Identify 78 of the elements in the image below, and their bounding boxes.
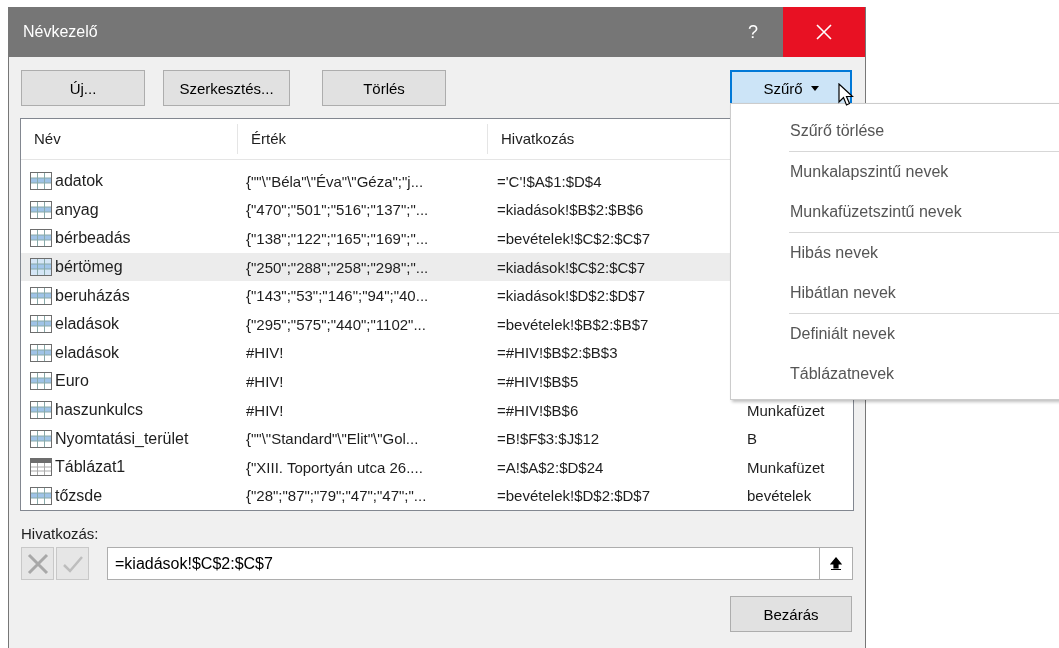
name-cell: haszunkulcs bbox=[55, 401, 144, 420]
range-grid-icon bbox=[30, 343, 52, 362]
scope-cell-text: B bbox=[746, 430, 758, 448]
reference-cell-text: =#HIV!$B$2:$B$3 bbox=[496, 344, 619, 362]
check-icon bbox=[61, 554, 84, 573]
window-title: Névkezelő bbox=[23, 23, 99, 41]
confirm-button[interactable] bbox=[56, 547, 89, 580]
value-cell-text: {"XIII. Toportyán utca 26.... bbox=[245, 458, 424, 476]
name-cell: Euro bbox=[55, 372, 89, 391]
name-cell: beruházás bbox=[55, 286, 130, 305]
name-cell: adatok bbox=[55, 172, 104, 191]
value-cell-text: {"138";"122";"165";"169";"... bbox=[245, 230, 430, 247]
name-cell: eladások bbox=[55, 343, 120, 362]
help-button[interactable]: ? bbox=[723, 7, 783, 57]
reference-cell-text: =kiadások!$B$2:$B$6 bbox=[496, 201, 645, 219]
name-cell: Táblázat1 bbox=[55, 458, 126, 477]
reference-cell-text: =A!$A$2:$D$24 bbox=[496, 458, 605, 476]
scope-cell-text: bevételek bbox=[746, 487, 813, 505]
range-grid-icon bbox=[30, 200, 52, 219]
range-grid-icon bbox=[30, 372, 52, 391]
reference-cell-text: =bevételek!$B$2:$B$7 bbox=[496, 315, 650, 333]
value-cell-text: {"470";"501";"516";"137";"... bbox=[245, 201, 430, 219]
toolbar-button[interactable]: Törlés bbox=[322, 70, 446, 106]
caret-icon bbox=[810, 85, 819, 91]
column-header[interactable]: Név bbox=[21, 124, 237, 154]
reference-cell-text: =#HIV!$B$6 bbox=[496, 401, 580, 419]
cross-icon bbox=[26, 552, 49, 575]
reference-cell-text: ='C'!$A$1:$D$4 bbox=[496, 172, 603, 190]
range-grid-icon bbox=[30, 486, 52, 505]
name-cell: tőzsde bbox=[55, 486, 103, 505]
table-icon bbox=[30, 458, 52, 477]
close-button[interactable] bbox=[783, 7, 865, 57]
value-cell-text: {"143";"53";"146";"94";"40... bbox=[245, 287, 430, 305]
name-cell: bértömeg bbox=[55, 258, 123, 277]
reference-field[interactable]: =kiadások!$C$2:$C$7 bbox=[107, 547, 819, 580]
value-cell-text: {"28";"87";"79";"47";"47";"... bbox=[245, 487, 428, 505]
value-cell-text: #HIV! bbox=[245, 401, 285, 419]
scope-cell-text: Munkafüzet bbox=[746, 458, 826, 476]
toolbar-button[interactable]: Új... bbox=[21, 70, 145, 106]
value-cell-text: #HIV! bbox=[245, 372, 285, 390]
close-dialog-button[interactable]: Bezárás bbox=[730, 596, 852, 632]
value-cell-text: {"250";"288";"258";"298";"... bbox=[245, 258, 430, 276]
reference-cell-text: =bevételek!$D$2:$D$7 bbox=[496, 487, 652, 505]
value-cell-text: {"295";"575";"440";"1102"... bbox=[245, 315, 427, 333]
toolbar-button[interactable]: Szerkesztés... bbox=[163, 70, 290, 106]
cancel-button[interactable] bbox=[21, 547, 54, 580]
table-row[interactable]: haszunkulcs #HIV! =#HIV!$B$6 Munkafüzet bbox=[21, 395, 853, 425]
reference-label: Hivatkozás: bbox=[21, 525, 100, 542]
range-grid-icon bbox=[30, 258, 52, 277]
reference-cell-text: =#HIV!$B$5 bbox=[496, 372, 580, 390]
name-cell: Nyomtatási_terület bbox=[55, 429, 189, 448]
range-grid-icon bbox=[30, 172, 52, 191]
scope-cell-text: Munkafüzet bbox=[746, 401, 826, 419]
value-cell-text: #HIV! bbox=[245, 344, 285, 362]
reference-cell-text: =bevételek!$C$2:$C$7 bbox=[496, 230, 652, 247]
reference-cell-text: =B!$F$3:$J$12 bbox=[496, 430, 601, 448]
range-grid-icon bbox=[30, 315, 52, 334]
range-grid-icon bbox=[30, 286, 52, 305]
table-row[interactable]: Táblázat1 {"XIII. Toportyán utca 26.... =A!$A$2:$D$24 Munkafüzet bbox=[21, 452, 853, 482]
column-header[interactable]: Érték bbox=[237, 124, 487, 154]
close-icon bbox=[816, 24, 832, 40]
range-grid-icon bbox=[30, 401, 52, 420]
value-cell-text: {""\"Béla"\"Éva"\"Géza";"j... bbox=[245, 172, 425, 190]
table-row[interactable]: tőzsde {"28";"87";"79";"47";"47";"... =bevételek!$D$2:$D$7 bevételek bbox=[21, 481, 853, 510]
name-cell: bérbeadás bbox=[55, 229, 131, 248]
menu-item[interactable]: Munkalapszintű nevek bbox=[731, 152, 1059, 192]
name-cell: anyag bbox=[55, 200, 99, 219]
filter-button[interactable]: Szűrő bbox=[730, 70, 852, 106]
reference-cell-text: =kiadások!$C$2:$C$7 bbox=[496, 258, 646, 276]
menu-item[interactable]: Munkafüzetszintű nevek bbox=[731, 192, 1059, 232]
range-grid-icon bbox=[30, 229, 52, 248]
reference-cell-text: =kiadások!$D$2:$D$7 bbox=[496, 287, 646, 305]
collapse-button[interactable] bbox=[819, 547, 853, 580]
value-cell-text: {""\"Standard"\"Elit"\"Gol... bbox=[245, 430, 420, 448]
table-row[interactable]: Nyomtatási_terület {""\"Standard"\"Elit"\"Gol... =B!$F$3:$J$12 B bbox=[21, 424, 853, 453]
up-arrow-icon bbox=[830, 556, 842, 571]
name-cell: eladások bbox=[55, 315, 120, 334]
range-grid-icon bbox=[30, 429, 52, 448]
